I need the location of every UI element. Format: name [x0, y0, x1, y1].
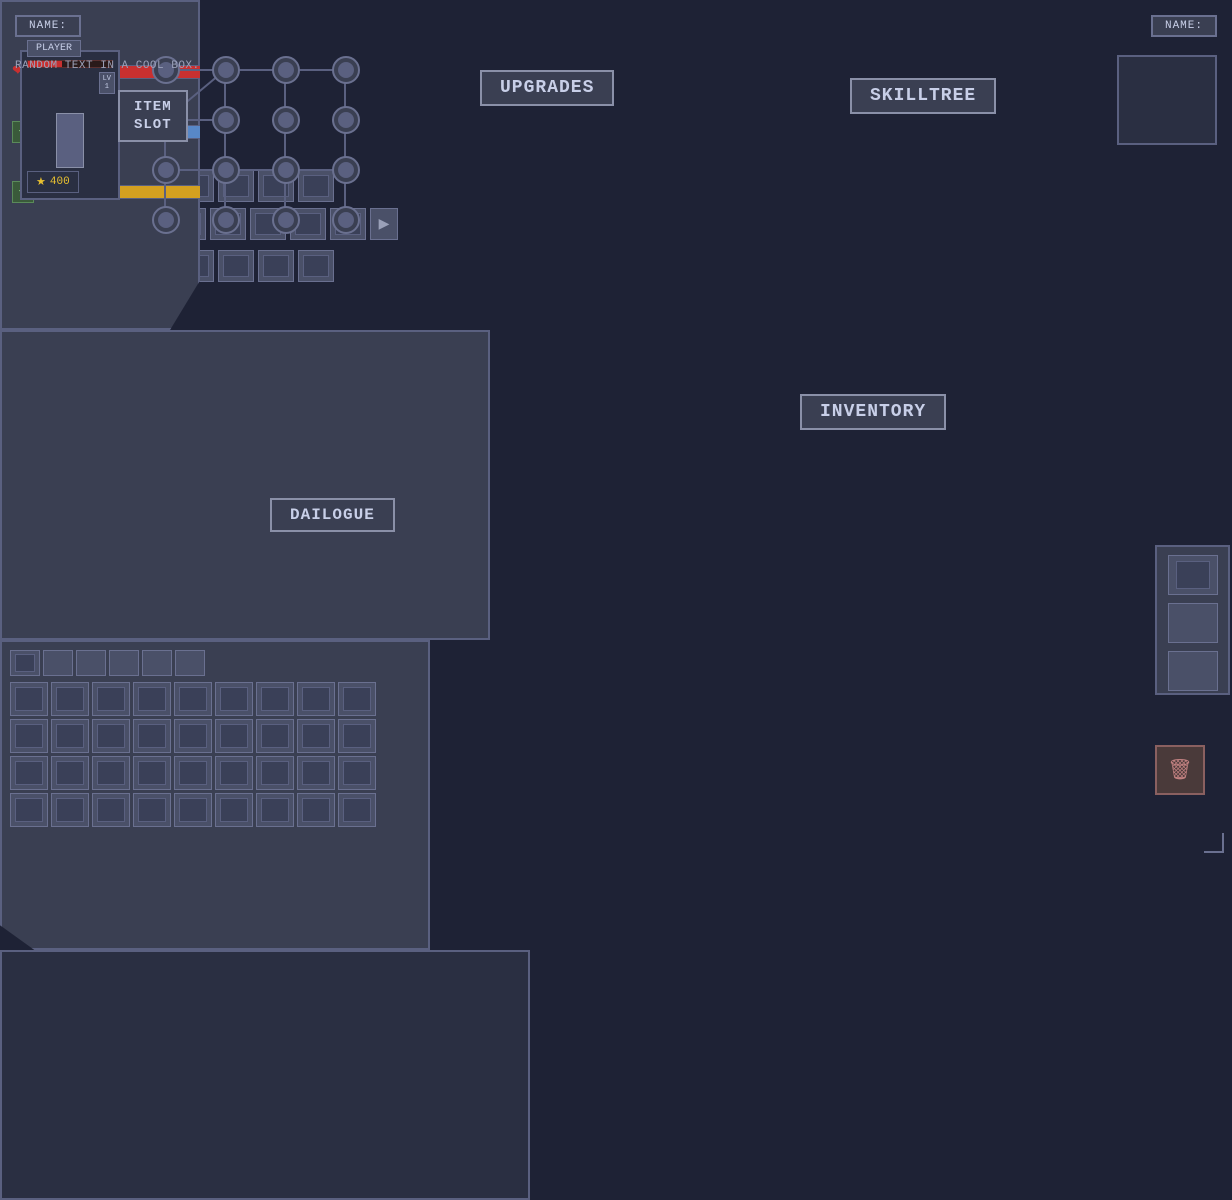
resize-handle[interactable] — [1204, 833, 1224, 853]
inv-slot[interactable] — [133, 756, 171, 790]
inv-slot[interactable] — [133, 793, 171, 827]
inv-top-slot[interactable] — [142, 650, 172, 676]
star-currency-display: ★ 400 — [27, 171, 79, 193]
inv-slot[interactable] — [10, 682, 48, 716]
inv-slot[interactable] — [10, 756, 48, 790]
inventory-title: Inventory — [800, 394, 946, 430]
inv-slot[interactable] — [92, 719, 130, 753]
upgrades-title: Upgrades — [480, 70, 614, 106]
dialogue-title: Dailogue — [270, 498, 395, 532]
inv-slot[interactable] — [10, 793, 48, 827]
skill-tree-panel: PLAYER LV 1 ★ 400 — [0, 330, 490, 640]
inv-slot[interactable] — [215, 756, 253, 790]
trash-button[interactable]: 🗑 — [1155, 745, 1205, 795]
dialogue-panel: NAME: NAME: RANDOM TEXT IN A COOL BOX. — [0, 950, 530, 1200]
inv-top-slot[interactable] — [76, 650, 106, 676]
skill-node[interactable] — [332, 156, 360, 184]
inv-row-2 — [10, 719, 420, 753]
skill-node[interactable] — [272, 206, 300, 234]
upgrades-scrollbar[interactable] — [1219, 20, 1227, 80]
skill-node[interactable] — [212, 156, 240, 184]
skill-node[interactable] — [152, 156, 180, 184]
inv-row-1 — [10, 682, 420, 716]
skill-node[interactable] — [152, 206, 180, 234]
inv-top-slot[interactable] — [175, 650, 205, 676]
inv-slot[interactable] — [256, 719, 294, 753]
inv-slot[interactable] — [174, 719, 212, 753]
inv-slot[interactable] — [256, 793, 294, 827]
inv-slot[interactable] — [256, 682, 294, 716]
coin-icon: ◆ — [1170, 803, 1180, 818]
inv-slot[interactable] — [51, 793, 89, 827]
item-slot-title: ITEM SLOT — [118, 90, 188, 142]
inv-slot[interactable] — [256, 756, 294, 790]
inventory-panel — [0, 640, 430, 950]
inv-slot[interactable] — [338, 682, 376, 716]
skill-tree-title: SkillTree — [850, 78, 996, 114]
inv-slot[interactable] — [338, 719, 376, 753]
player-sprite — [56, 113, 84, 168]
inv-slot[interactable] — [338, 756, 376, 790]
star-value: 400 — [50, 176, 70, 188]
inv-slot[interactable] — [133, 719, 171, 753]
player-label: PLAYER — [27, 40, 81, 57]
inv-slot[interactable] — [51, 719, 89, 753]
inv-slot[interactable] — [51, 682, 89, 716]
inv-slot[interactable] — [92, 793, 130, 827]
inv-slot[interactable] — [133, 682, 171, 716]
coin-display: ◆ 200 — [1157, 798, 1220, 823]
inv-slot[interactable] — [338, 793, 376, 827]
inv-slot[interactable] — [297, 756, 335, 790]
star-icon: ★ — [36, 175, 46, 189]
inv-slot[interactable] — [215, 793, 253, 827]
inv-slot[interactable] — [10, 719, 48, 753]
inv-slot[interactable] — [92, 682, 130, 716]
inv-slot[interactable] — [215, 682, 253, 716]
player-card: PLAYER LV 1 ★ 400 — [20, 50, 120, 200]
inv-top-slot[interactable] — [43, 650, 73, 676]
skill-node[interactable] — [272, 106, 300, 134]
inv-side-slot[interactable] — [1168, 651, 1218, 691]
inv-slot[interactable] — [297, 793, 335, 827]
level-badge: LV 1 — [99, 72, 115, 94]
dialogue-text: RANDOM TEXT IN A COOL BOX. — [15, 60, 1217, 72]
inventory-side-panel — [1155, 545, 1230, 695]
skill-node[interactable] — [212, 106, 240, 134]
skill-node[interactable] — [212, 206, 240, 234]
dialogue-name2: NAME: — [1151, 15, 1217, 37]
inv-slot[interactable] — [297, 719, 335, 753]
skill-node[interactable] — [332, 106, 360, 134]
inv-top-slot[interactable] — [10, 650, 40, 676]
inventory-grid — [2, 680, 428, 829]
inv-side-slot[interactable] — [1168, 603, 1218, 643]
skill-node[interactable] — [332, 206, 360, 234]
inv-slot[interactable] — [174, 682, 212, 716]
coin-value: 200 — [1184, 803, 1207, 818]
inv-slot[interactable] — [297, 682, 335, 716]
inv-slot[interactable] — [92, 756, 130, 790]
inv-slot[interactable] — [51, 756, 89, 790]
dialogue-name1: NAME: — [15, 15, 81, 37]
inv-slot[interactable] — [174, 756, 212, 790]
inv-slot[interactable] — [215, 719, 253, 753]
inv-side-slot[interactable] — [1168, 555, 1218, 595]
inv-row-3 — [10, 756, 420, 790]
inv-row-4 — [10, 793, 420, 827]
inv-top-slot[interactable] — [109, 650, 139, 676]
skill-node[interactable] — [272, 156, 300, 184]
inv-slot[interactable] — [174, 793, 212, 827]
inventory-top-row — [2, 642, 428, 680]
